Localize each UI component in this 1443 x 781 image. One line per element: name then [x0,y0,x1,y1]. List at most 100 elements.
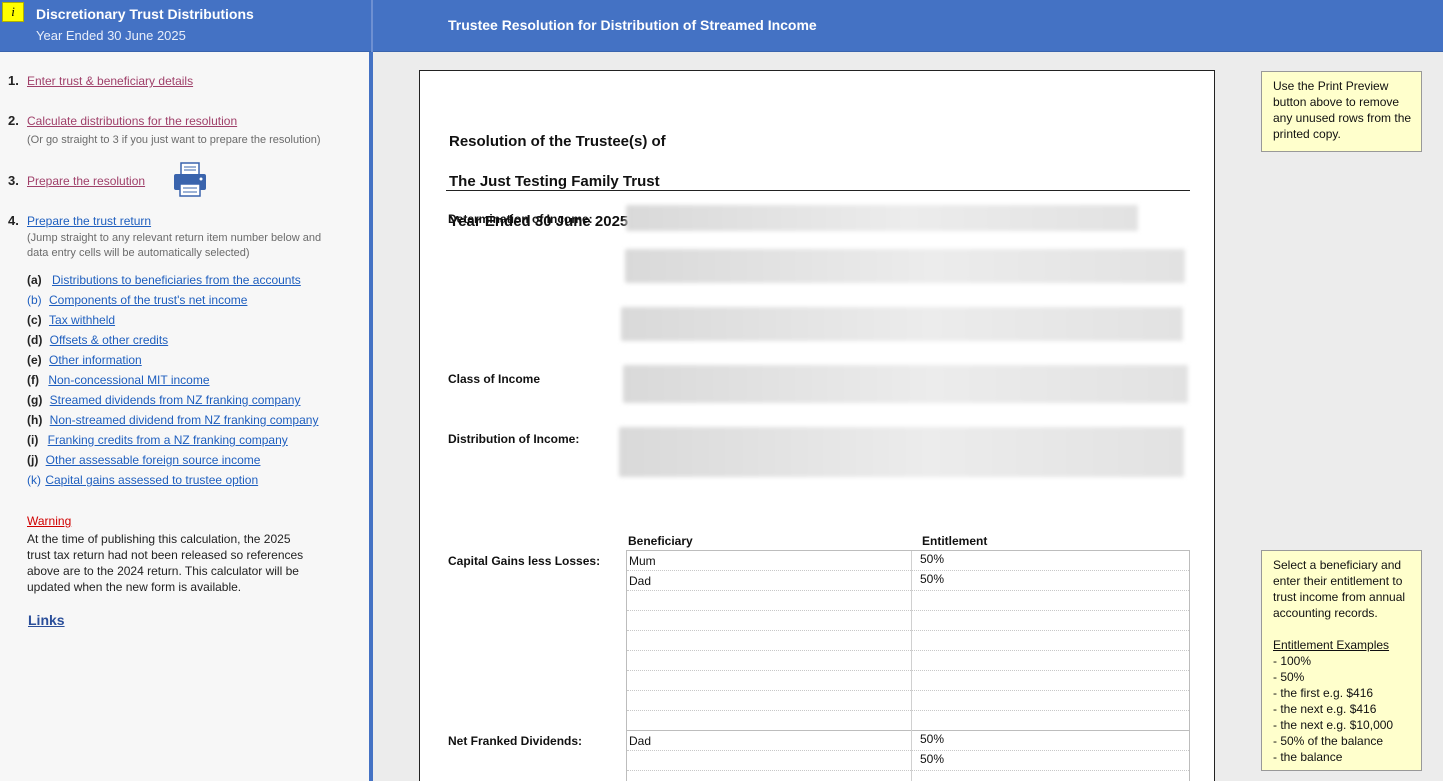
title-bar: i Discretionary Trust Distributions Year… [0,0,1443,52]
redacted-text [621,307,1183,341]
prepare-resolution-link[interactable]: Prepare the resolution [27,174,145,188]
beneficiary-cell[interactable] [627,751,912,771]
beneficiary-cell[interactable] [627,771,912,781]
printer-icon[interactable] [172,162,208,198]
prepare-return-link[interactable]: Prepare the trust return [27,214,151,228]
return-item-k: (k) Capital gains assessed to trustee op… [27,473,258,487]
calculate-distributions-link[interactable]: Calculate distributions for the resoluti… [27,114,237,128]
note-line: printed copy. [1273,127,1341,141]
table-row [627,591,1189,611]
document-title: Resolution of the Trustee(s) of The Just… [449,112,666,252]
beneficiary-cell[interactable] [627,691,912,711]
example-item: - the next e.g. $416 [1273,702,1377,716]
entitlement-cell[interactable] [920,631,1190,651]
return-item-i: (i) Franking credits from a NZ franking … [27,433,288,447]
item-letter: (i) [27,433,39,447]
item-letter: (c) [27,313,42,327]
table-row: 50% [627,751,1189,771]
entitlement-cell[interactable] [920,671,1190,691]
item-letter: (g) [27,393,43,407]
beneficiary-cell[interactable]: Dad [627,571,912,591]
resolution-document: Resolution of the Trustee(s) of The Just… [419,70,1215,781]
table-row: Mum 50% [627,551,1189,571]
table-row [627,691,1189,711]
warning-line: trust tax return had not been released s… [27,548,304,562]
entitlement-cell[interactable] [920,711,1190,731]
table-row [627,611,1189,631]
note-line: Use the Print Preview [1273,79,1389,93]
tax-withheld-link[interactable]: Tax withheld [49,313,115,327]
beneficiary-cell[interactable]: Mum [627,551,912,571]
warning-text: At the time of publishing this calculati… [27,531,327,595]
entitlement-cell[interactable] [920,651,1190,671]
table-row [627,651,1189,671]
note-line: button above to remove [1273,95,1400,109]
trust-name: The Just Testing Family Trust [449,173,660,190]
redacted-text [623,365,1188,403]
beneficiary-cell[interactable] [627,711,912,731]
nz-franking-credits-link[interactable]: Franking credits from a NZ franking comp… [48,433,288,447]
non-streamed-dividend-link[interactable]: Non-streamed dividend from NZ franking c… [50,413,319,427]
print-preview-note: Use the Print Preview button above to re… [1261,71,1422,152]
components-net-income-link[interactable]: Components of the trust's net income [49,293,247,307]
table-row: Dad 50% [627,731,1189,751]
app-title: Discretionary Trust Distributions [36,6,254,22]
return-item-e: (e) Other information [27,353,142,367]
offsets-credits-link[interactable]: Offsets & other credits [50,333,169,347]
note-line: Select a beneficiary and [1273,558,1402,572]
info-icon[interactable]: i [2,2,24,22]
example-item: - the balance [1273,750,1343,764]
table-row: Dad 50% [627,571,1189,591]
step-2-note: (Or go straight to 3 if you just want to… [27,134,321,146]
return-item-g: (g) Streamed dividends from NZ franking … [27,393,300,407]
table-row [627,671,1189,691]
table-row [627,771,1189,781]
redacted-text [626,205,1138,231]
entitlement-cell[interactable] [920,691,1190,711]
entitlement-cell[interactable]: 50% [920,751,1190,771]
note-line: accounting records. [1273,606,1378,620]
entitlement-cell[interactable]: 50% [920,551,1190,571]
entitlement-cell[interactable]: 50% [920,731,1190,751]
entitlement-cell[interactable] [920,611,1190,631]
return-item-c: (c) Tax withheld [27,313,115,327]
beneficiary-cell[interactable] [627,631,912,651]
beneficiary-cell[interactable] [627,591,912,611]
entitlement-cell[interactable]: 50% [920,571,1190,591]
capital-gains-trustee-link[interactable]: Capital gains assessed to trustee option [45,473,258,487]
distributions-link[interactable]: Distributions to beneficiaries from the … [52,273,301,287]
note-line: any unused rows from the [1273,111,1412,125]
warning-title: Warning [27,514,72,528]
beneficiary-cell[interactable] [627,611,912,631]
links-link[interactable]: Links [28,612,65,628]
distribution-label: Distribution of Income: [448,432,580,446]
item-letter: (j) [27,453,39,467]
beneficiary-cell[interactable] [627,651,912,671]
title-line: Resolution of the Trustee(s) of [449,133,666,150]
streamed-dividends-link[interactable]: Streamed dividends from NZ franking comp… [50,393,301,407]
step-4-note-line2: data entry cells will be automatically s… [27,247,250,259]
item-letter: (h) [27,413,43,427]
step-number: 1. [8,73,19,88]
note-line: enter their entitlement to [1273,574,1403,588]
step-number: 2. [8,113,19,128]
header-divider [371,0,373,52]
mit-income-link[interactable]: Non-concessional MIT income [48,373,209,387]
entitlement-note: Select a beneficiary and enter their ent… [1261,550,1422,771]
beneficiary-cell[interactable] [627,671,912,691]
beneficiary-cell[interactable]: Dad [627,731,912,751]
return-item-f: (f) Non-concessional MIT income [27,373,210,387]
enter-details-link[interactable]: Enter trust & beneficiary details [27,74,193,88]
foreign-source-income-link[interactable]: Other assessable foreign source income [46,453,261,467]
other-information-link[interactable]: Other information [49,353,142,367]
step-number: 3. [8,173,19,188]
entitlement-cell[interactable] [920,591,1190,611]
return-item-j: (j) Other assessable foreign source inco… [27,453,260,467]
example-item: - the first e.g. $416 [1273,686,1374,700]
sidebar-border [369,52,373,781]
entitlement-cell[interactable] [920,771,1190,781]
return-item-b: (b) Components of the trust's net income [27,293,247,307]
sidebar: 1. Enter trust & beneficiary details 2. … [0,52,370,781]
note-line: trust income from annual [1273,590,1406,604]
item-letter: (e) [27,353,42,367]
